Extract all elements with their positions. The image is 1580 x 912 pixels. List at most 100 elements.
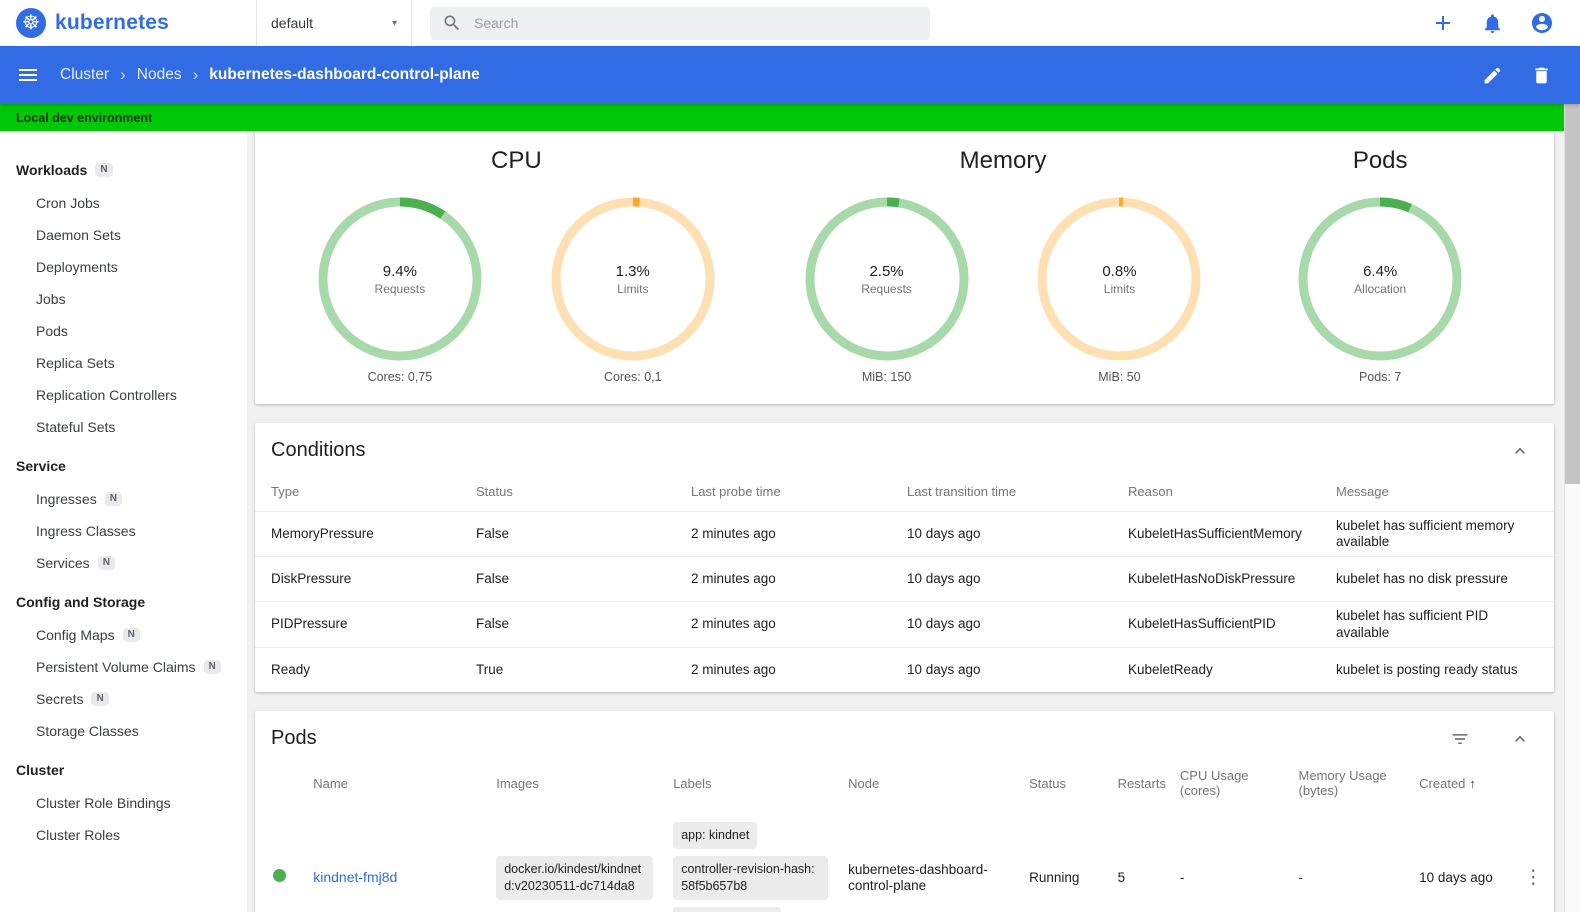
breadcrumb: Cluster › Nodes › kubernetes-dashboard-c… [60,65,480,85]
cond-probe: 2 minutes ago [681,556,897,602]
search-bar [430,6,930,40]
namespace-value: default [271,15,314,31]
gauge-sublabel: Allocation [1354,281,1407,296]
edit-pencil-icon[interactable] [1482,65,1503,86]
cond-reason: KubeletHasSufficientPID [1118,601,1326,648]
sidebar-item-config-and-storage[interactable]: Config and Storage [0,585,247,619]
hamburger-menu-icon[interactable] [16,63,40,87]
conditions-title: Conditions [271,439,366,461]
sidebar-group-label: Service [16,458,66,474]
col-reason: Reason [1128,484,1173,499]
sidebar-item-cluster-role-bindings[interactable]: Cluster Role Bindings [0,787,247,819]
conditions-header-row: Type Status Last probe time Last transit… [255,476,1554,512]
namespace-select[interactable]: default ▾ [256,0,412,46]
cond-transition: 10 days ago [897,556,1118,602]
gauge-pods-allocation: 6.4% Allocation Pods: 7 [1274,197,1486,384]
cond-probe: 2 minutes ago [681,646,897,693]
sidebar-item-daemon-sets[interactable]: Daemon Sets [0,219,247,251]
breadcrumb-nodes[interactable]: Nodes [137,66,182,84]
cond-status: False [466,556,681,602]
gauge-percent: 6.4% [1363,262,1398,280]
gauge-footer: MiB: 150 [861,370,912,384]
cond-transition: 10 days ago [897,601,1118,648]
label-chip: controller-revision-hash: 58f5b657b8 [673,856,829,900]
scroll-content: Local dev environment Workloads N Cron J… [0,104,1564,912]
filter-icon[interactable] [1450,729,1470,749]
sidebar-item-replica-sets[interactable]: Replica Sets [0,347,247,379]
sidebar-item-services[interactable]: Services N [0,547,247,579]
delete-trash-icon[interactable] [1531,65,1552,86]
pod-node: kubernetes-dashboard-control-plane [848,861,988,893]
sidebar-item-pods[interactable]: Pods [0,315,247,347]
sidebar-item-cluster[interactable]: Cluster [0,753,247,787]
sidebar-item-ingress-classes[interactable]: Ingress Classes [0,515,247,547]
pod-name-link[interactable]: kindnet-fmj8d [313,869,397,885]
col-created-sort[interactable]: Created ↑ [1409,764,1514,812]
gauge-cpu-limits: 1.3% Limits Cores: 0,1 [527,197,739,384]
sidebar-item-stateful-sets[interactable]: Stateful Sets [0,411,247,443]
sidebar-group-label: Workloads [16,162,88,178]
gauge-sublabel: Requests [374,281,426,296]
breadcrumb-separator-icon: › [192,65,199,84]
cond-type: DiskPressure [255,556,466,602]
sidebar-item-workloads[interactable]: Workloads N [0,153,247,187]
col-memory-usage: Memory Usage (bytes) [1298,768,1387,799]
sidebar-item-cron-jobs[interactable]: Cron Jobs [0,187,247,219]
search-input[interactable] [474,15,918,31]
sidebar-item-service[interactable]: Service [0,449,247,483]
add-resource-button[interactable] [1431,11,1455,35]
sidebar-item-persistent-volume-claims[interactable]: Persistent Volume Claims N [0,651,247,683]
gauge-memory-requests: 2.5% Requests MiB: 150 [781,197,993,384]
pods-table: Name Images Labels Node Status Restarts … [255,764,1554,912]
sidebar-group-label: Cluster [16,762,65,778]
main-content: CPU 9.4% Requests Cores: 0,75 1.3% Limit… [247,131,1564,912]
notifications-bell-icon[interactable] [1481,12,1504,35]
sidebar-item-storage-classes[interactable]: Storage Classes [0,715,247,747]
search-icon [442,13,462,33]
sidebar-item-cluster-roles[interactable]: Cluster Roles [0,819,247,851]
nav-bar: Cluster › Nodes › kubernetes-dashboard-c… [0,46,1580,104]
cond-reason: KubeletReady [1118,646,1326,693]
pods-title: Pods [271,727,317,750]
cond-reason: KubeletHasNoDiskPressure [1118,556,1326,602]
brand-home-link[interactable]: ☸ kubernetes [0,8,256,38]
col-last-probe-time: Last probe time [691,484,781,499]
sidebar-item-secrets[interactable]: Secrets N [0,683,247,715]
image-chip: docker.io/kindest/kindnetd:v20230511-dc7… [496,856,654,900]
sidebar-item-replication-controllers[interactable]: Replication Controllers [0,379,247,411]
environment-banner: Local dev environment [0,104,1564,131]
cpu-section-title: CPU [491,147,542,174]
col-type: Type [271,484,300,499]
kebab-menu-icon[interactable]: ⋮ [1524,867,1543,888]
conditions-card: Conditions Type Status Last probe time L… [255,423,1554,693]
label-chip: app: kindnet [673,822,758,850]
pods-header-row: Name Images Labels Node Status Restarts … [255,764,1554,812]
pods-section-title: Pods [1352,147,1408,174]
collapse-chevron-up-icon[interactable] [1510,441,1530,461]
cond-probe: 2 minutes ago [681,510,897,557]
sidebar-item-deployments[interactable]: Deployments [0,251,247,283]
collapse-chevron-up-icon[interactable] [1510,729,1530,749]
sidebar-item-jobs[interactable]: Jobs [0,283,247,315]
cond-message: kubelet is posting ready status [1326,646,1554,693]
col-cpu-usage: CPU Usage (cores) [1179,768,1249,799]
sort-up-arrow-icon: ↑ [1469,775,1476,791]
memory-section-title: Memory [959,147,1047,174]
sidebar-item-config-maps[interactable]: Config Maps N [0,619,247,651]
pod-created: 10 days ago [1419,869,1493,885]
account-icon[interactable] [1530,11,1554,35]
cond-reason: KubeletHasSufficientMemory [1118,510,1326,557]
scroll-region: Local dev environment Workloads N Cron J… [0,104,1580,912]
pods-allocation-group: Pods 6.4% Allocation Pods: 7 [1246,139,1514,384]
memory-allocation-group: Memory 2.5% Requests MiB: 150 0.8% Limit… [760,139,1247,384]
scrollbar-thumb[interactable] [1565,104,1580,484]
sidebar-item-ingresses[interactable]: Ingresses N [0,483,247,515]
col-status-dot [255,764,303,812]
cond-type: Ready [255,646,466,693]
breadcrumb-cluster[interactable]: Cluster [60,66,109,84]
col-message: Message [1336,484,1389,499]
sidebar-group-config-storage: Config and Storage Config Maps N Persiste… [0,585,247,747]
col-name: Name [313,775,348,791]
vertical-scrollbar[interactable] [1564,104,1580,912]
breadcrumb-separator-icon: › [120,65,126,84]
